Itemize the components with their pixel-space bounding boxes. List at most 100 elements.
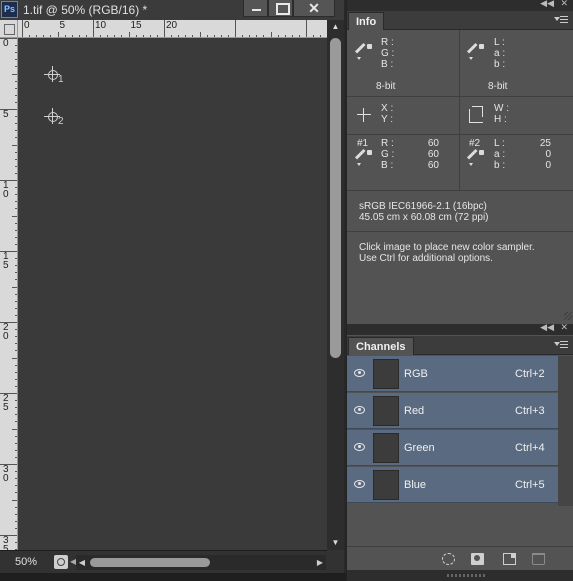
sampler-2-id: #2 [469, 138, 481, 149]
collapse-panels-icon[interactable]: ◀◀ [540, 322, 554, 333]
channel-row-red[interactable]: Red Ctrl+3 [347, 393, 558, 429]
ruler-tick [306, 20, 307, 37]
channel-name: Blue [404, 479, 427, 491]
sampler-2-values: 25 0 0 [521, 138, 551, 171]
bit-depth-right[interactable]: 8-bit [488, 81, 507, 92]
panel-menu-icon[interactable] [554, 339, 568, 351]
sampler-1-labels: R : G : B : [381, 138, 394, 171]
size-labels: W : H : [494, 103, 509, 125]
readout-l-label: L : [494, 37, 505, 48]
sampler-1-r-label: R : [381, 138, 394, 149]
color-sampler-2[interactable]: 2 [44, 108, 64, 128]
readout-r-label: R : [381, 37, 394, 48]
readout-y-label: Y : [381, 114, 394, 125]
scroll-left-arrow-icon[interactable]: ◀ [76, 555, 88, 570]
ruler-tick [164, 20, 165, 37]
eyedropper-icon[interactable] [469, 44, 484, 60]
scroll-down-arrow-icon[interactable]: ▼ [327, 536, 344, 550]
ruler-label: 35 [3, 535, 9, 551]
sampler-1-id: #1 [357, 138, 369, 149]
eyedropper-icon[interactable] [357, 150, 372, 166]
ruler-label: 15 [3, 251, 9, 271]
scroll-up-arrow-icon[interactable]: ▲ [327, 20, 344, 34]
channel-thumbnail [373, 396, 399, 426]
info-divider [347, 231, 573, 232]
ruler-label: 25 [3, 393, 9, 413]
channel-row-rgb[interactable]: RGB Ctrl+2 [347, 356, 558, 392]
channel-name: Green [404, 442, 435, 454]
info-panel: R : G : B : 8-bit L : a : b : 8-bit X : … [347, 30, 573, 322]
vertical-scroll-thumb[interactable] [330, 38, 341, 358]
scroll-right-arrow-icon[interactable]: ▶ [314, 555, 326, 570]
sampler-2-l-label: L : [494, 138, 505, 149]
maximize-button[interactable] [268, 0, 293, 17]
color-sampler-1-label: 1 [58, 74, 64, 85]
new-channel-icon[interactable] [503, 553, 516, 565]
selection-size-icon[interactable] [469, 106, 483, 123]
document-window: Ps 1.tif @ 50% (RGB/16) * ✕ 0 5 10 15 20 051… [0, 0, 344, 573]
dock-bottom-strip [347, 570, 573, 581]
vertical-scrollbar[interactable]: ▲ ▼ [327, 20, 344, 550]
lab-readout-labels: L : a : b : [494, 37, 505, 70]
workspace-bottom-strip [0, 573, 346, 581]
window-resize-grip[interactable] [327, 550, 344, 573]
eyedropper-icon[interactable] [357, 44, 372, 60]
photoshop-app-icon: Ps [1, 1, 18, 18]
channel-name: RGB [404, 368, 428, 380]
bit-depth-left[interactable]: 8-bit [376, 81, 395, 92]
horizontal-scroll-thumb[interactable] [90, 558, 210, 567]
ruler-origin-corner[interactable] [0, 20, 18, 38]
tab-channels[interactable]: Channels [348, 337, 414, 355]
sampler-1-g-label: G : [381, 149, 395, 160]
sampler-2-a-label: a : [494, 149, 506, 160]
trash-icon[interactable] [532, 553, 545, 565]
ruler-label: 5 [3, 109, 9, 120]
save-selection-as-channel-icon[interactable] [471, 553, 484, 565]
horizontal-ruler[interactable]: 0 5 10 15 20 [18, 20, 327, 38]
eye-icon[interactable] [354, 406, 365, 414]
info-dock-header[interactable]: ◀◀ ✕ [347, 0, 573, 11]
channels-tab-strip: Channels [347, 336, 573, 355]
info-divider [347, 96, 573, 97]
channel-row-blue[interactable]: Blue Ctrl+5 [347, 467, 558, 503]
close-panel-icon[interactable]: ✕ [560, 0, 568, 9]
ruler-label: 0 [3, 38, 9, 49]
channel-shortcut: Ctrl+3 [515, 405, 545, 417]
readout-x-label: X : [381, 103, 394, 114]
readout-b-label: B : [381, 59, 394, 70]
panel-menu-icon[interactable] [554, 14, 568, 26]
info-column-divider [459, 134, 460, 190]
tab-info[interactable]: Info [348, 12, 385, 30]
channel-name: Red [404, 405, 425, 417]
channel-thumbnail [373, 470, 399, 500]
document-title-bar[interactable]: Ps 1.tif @ 50% (RGB/16) * ✕ [0, 0, 344, 20]
document-canvas[interactable]: 1 2 [18, 38, 327, 550]
channels-scrollbar[interactable] [558, 356, 573, 506]
channel-row-green[interactable]: Green Ctrl+4 [347, 430, 558, 466]
readout-g-label: G : [381, 48, 395, 59]
eye-icon[interactable] [354, 443, 365, 451]
close-panel-icon[interactable]: ✕ [560, 322, 568, 333]
vertical-ruler[interactable]: 0 5 10 15 20 25 30 35 [0, 38, 18, 550]
ruler-tick [235, 20, 236, 37]
close-button[interactable]: ✕ [293, 0, 335, 17]
ruler-label: 30 [3, 464, 9, 484]
collapse-panels-icon[interactable]: ◀◀ [540, 0, 554, 9]
channels-dock-header[interactable]: ◀◀ ✕ [347, 322, 573, 335]
document-info-icon[interactable] [54, 555, 68, 569]
channels-panel: RGB Ctrl+2 Red Ctrl+3 Green Ctrl+4 Blue … [347, 356, 573, 546]
minimize-button[interactable] [243, 0, 268, 17]
panel-resize-grip[interactable] [564, 312, 572, 320]
channel-thumbnail [373, 433, 399, 463]
crosshair-icon[interactable] [357, 108, 371, 122]
eyedropper-icon[interactable] [469, 150, 484, 166]
info-divider [347, 190, 573, 191]
load-channel-as-selection-icon[interactable] [442, 553, 455, 565]
horizontal-scrollbar[interactable]: ◀ ▶ [76, 555, 326, 570]
position-labels: X : Y : [381, 103, 393, 125]
eye-icon[interactable] [354, 369, 365, 377]
color-sampler-1[interactable]: 1 [44, 66, 64, 86]
zoom-level[interactable]: 50% [15, 556, 37, 568]
info-tab-strip: Info [347, 11, 573, 30]
eye-icon[interactable] [354, 480, 365, 488]
